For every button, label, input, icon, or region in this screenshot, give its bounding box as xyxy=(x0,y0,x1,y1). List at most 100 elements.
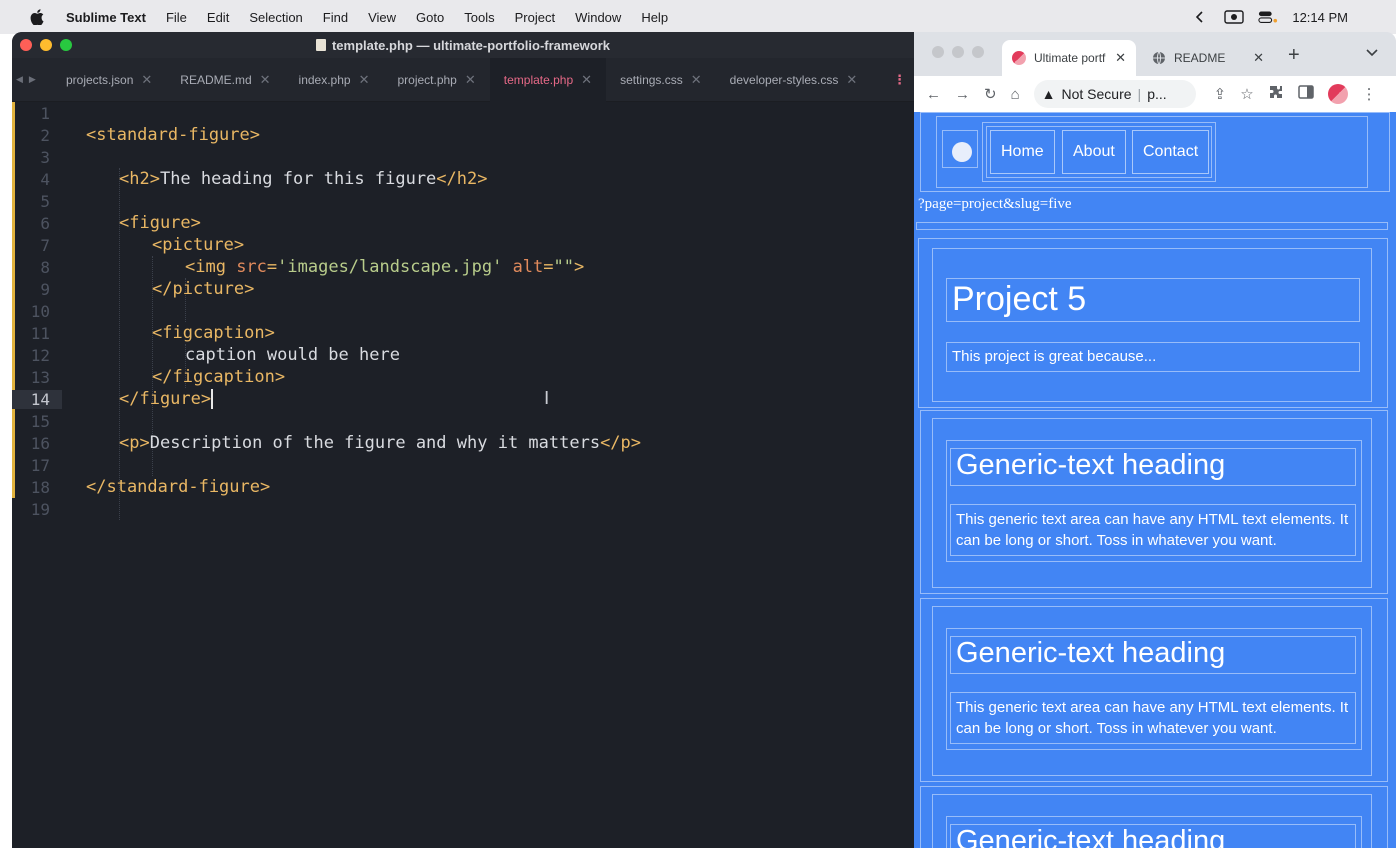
nav-home-link[interactable]: Home xyxy=(990,130,1055,174)
file-tab[interactable]: project.php ✕ xyxy=(383,58,489,102)
chevron-left-icon[interactable] xyxy=(1190,10,1210,24)
browser-menu-icon[interactable]: ⋮ xyxy=(1362,85,1377,103)
profile-avatar[interactable] xyxy=(1327,84,1348,104)
forward-icon[interactable]: → xyxy=(955,86,970,103)
line-number: 4 xyxy=(40,169,50,189)
nav-contact-link[interactable]: Contact xyxy=(1132,130,1210,174)
address-bar[interactable]: ▲ Not Secure | p... xyxy=(1033,80,1196,108)
browser-minimize-button[interactable] xyxy=(952,46,964,58)
more-tabs-icon[interactable]: ⋮ xyxy=(893,72,906,88)
line-number: 17 xyxy=(30,455,50,475)
menu-window[interactable]: Window xyxy=(575,10,621,25)
site-logo[interactable] xyxy=(952,142,972,162)
code-token: </h2> xyxy=(436,169,488,189)
side-panel-icon[interactable] xyxy=(1297,85,1314,103)
code-line[interactable]: 12 caption would be here xyxy=(12,344,914,366)
close-tab-icon[interactable]: ✕ xyxy=(260,72,271,88)
code-token: > xyxy=(574,257,585,277)
sublime-window: template.php — ultimate-portfolio-framew… xyxy=(12,32,914,848)
code-line[interactable]: 14 </figure> xyxy=(12,388,914,410)
file-tab[interactable]: projects.json ✕ xyxy=(52,58,166,102)
code-token: Description of the figure and why it mat… xyxy=(149,433,601,453)
browser-zoom-button[interactable] xyxy=(972,46,984,58)
line-number: 14 xyxy=(12,389,62,409)
code-line[interactable]: 19 xyxy=(12,498,914,520)
address-url[interactable]: p... xyxy=(1147,86,1166,102)
file-tab[interactable]: developer-styles.css ✕ xyxy=(716,58,872,102)
menu-find[interactable]: Find xyxy=(323,10,348,25)
code-line[interactable]: 7 <picture> xyxy=(12,234,914,256)
menu-file[interactable]: File xyxy=(166,10,187,25)
close-tab-icon[interactable]: ✕ xyxy=(691,72,702,88)
browser-toolbar: ← → ↻ ⌂ ▲ Not Secure | p... ⇪ ☆ ⋮ xyxy=(914,76,1396,112)
browser-tab-active[interactable]: Ultimate portf ✕ xyxy=(1002,40,1136,76)
reload-icon[interactable]: ↻ xyxy=(984,85,997,103)
home-icon[interactable]: ⌂ xyxy=(1011,86,1020,103)
menu-selection[interactable]: Selection xyxy=(249,10,302,25)
code-line[interactable]: 4 <h2>The heading for this figure</h2> xyxy=(12,168,914,190)
code-line[interactable]: 18 </standard-figure> xyxy=(12,476,914,498)
control-center-icon[interactable] xyxy=(1258,10,1278,24)
new-tab-icon[interactable]: + xyxy=(1288,44,1300,67)
menu-project[interactable]: Project xyxy=(515,10,555,25)
nav-about-link[interactable]: About xyxy=(1062,130,1126,174)
tab-scroll-right-icon[interactable]: ▶ xyxy=(29,74,36,85)
extensions-icon[interactable] xyxy=(1268,84,1284,104)
code-line[interactable]: 3 xyxy=(12,146,914,168)
code-editor[interactable]: I 1 2 <standard-figure> 3 4 <h2>The heading f… xyxy=(12,102,914,848)
code-line[interactable]: 1 xyxy=(12,102,914,124)
project-title: Project 5 xyxy=(952,280,1087,318)
file-tab[interactable]: README.md ✕ xyxy=(166,58,284,102)
code-line[interactable]: 9 </picture> xyxy=(12,278,914,300)
code-line[interactable]: 6 <figure> xyxy=(12,212,914,234)
file-tab[interactable]: index.php ✕ xyxy=(285,58,384,102)
file-tab[interactable]: template.php ✕ xyxy=(489,57,607,102)
code-line[interactable]: 5 xyxy=(12,190,914,212)
bookmark-star-icon[interactable]: ☆ xyxy=(1240,85,1253,103)
close-tab-icon[interactable]: ✕ xyxy=(581,72,592,88)
line-number: 7 xyxy=(40,235,50,255)
code-text: <p>Description of the figure and why it … xyxy=(119,433,641,453)
browser-tab-readme[interactable]: README ✕ xyxy=(1148,40,1268,76)
back-icon[interactable]: ← xyxy=(926,86,941,103)
code-line[interactable]: 8 <img src='images/landscape.jpg' alt=""> xyxy=(12,256,914,278)
apple-icon[interactable] xyxy=(30,9,52,25)
close-tab-icon[interactable]: ✕ xyxy=(1253,50,1264,66)
code-line[interactable]: 13 </figcaption> xyxy=(12,366,914,388)
menu-edit[interactable]: Edit xyxy=(207,10,229,25)
browser-close-button[interactable] xyxy=(932,46,944,58)
code-line[interactable]: 17 xyxy=(12,454,914,476)
menu-goto[interactable]: Goto xyxy=(416,10,444,25)
code-line[interactable]: 15 xyxy=(12,410,914,432)
close-tab-icon[interactable]: ✕ xyxy=(359,72,370,88)
menu-view[interactable]: View xyxy=(368,10,396,25)
menu-help[interactable]: Help xyxy=(641,10,668,25)
code-token: The heading for this figure xyxy=(159,169,437,189)
text-caret xyxy=(211,389,214,409)
code-token: </figure> xyxy=(119,389,212,409)
security-label[interactable]: Not Secure xyxy=(1062,86,1132,102)
file-tabs: projects.json ✕ README.md ✕ index.php ✕ projec… xyxy=(52,57,872,102)
menu-app-name[interactable]: Sublime Text xyxy=(66,10,146,25)
code-text: </figcaption> xyxy=(152,367,285,387)
warning-icon[interactable]: ▲ xyxy=(1042,86,1056,102)
code-line[interactable]: 2 <standard-figure> xyxy=(12,124,914,146)
tab-scroll-left-icon[interactable]: ◀ xyxy=(16,74,23,85)
clock[interactable]: 12:14 PM xyxy=(1292,10,1348,25)
code-line[interactable]: 16 <p>Description of the figure and why i… xyxy=(12,432,914,454)
line-number: 12 xyxy=(30,345,50,365)
share-icon[interactable]: ⇪ xyxy=(1214,85,1227,103)
menu-tools[interactable]: Tools xyxy=(464,10,494,25)
close-tab-icon[interactable]: ✕ xyxy=(465,72,476,88)
close-tab-icon[interactable]: ✕ xyxy=(846,72,857,88)
close-tab-icon[interactable]: ✕ xyxy=(1115,50,1126,66)
document-icon xyxy=(315,39,326,51)
code-line[interactable]: 10 xyxy=(12,300,914,322)
globe-icon xyxy=(1152,51,1166,65)
close-tab-icon[interactable]: ✕ xyxy=(141,72,152,88)
code-token: </p> xyxy=(600,433,642,453)
file-tab[interactable]: settings.css ✕ xyxy=(606,58,716,102)
tab-search-chevron-icon[interactable] xyxy=(1366,46,1378,60)
code-line[interactable]: 11 <figcaption> xyxy=(12,322,914,344)
screen-record-icon[interactable] xyxy=(1224,10,1245,24)
